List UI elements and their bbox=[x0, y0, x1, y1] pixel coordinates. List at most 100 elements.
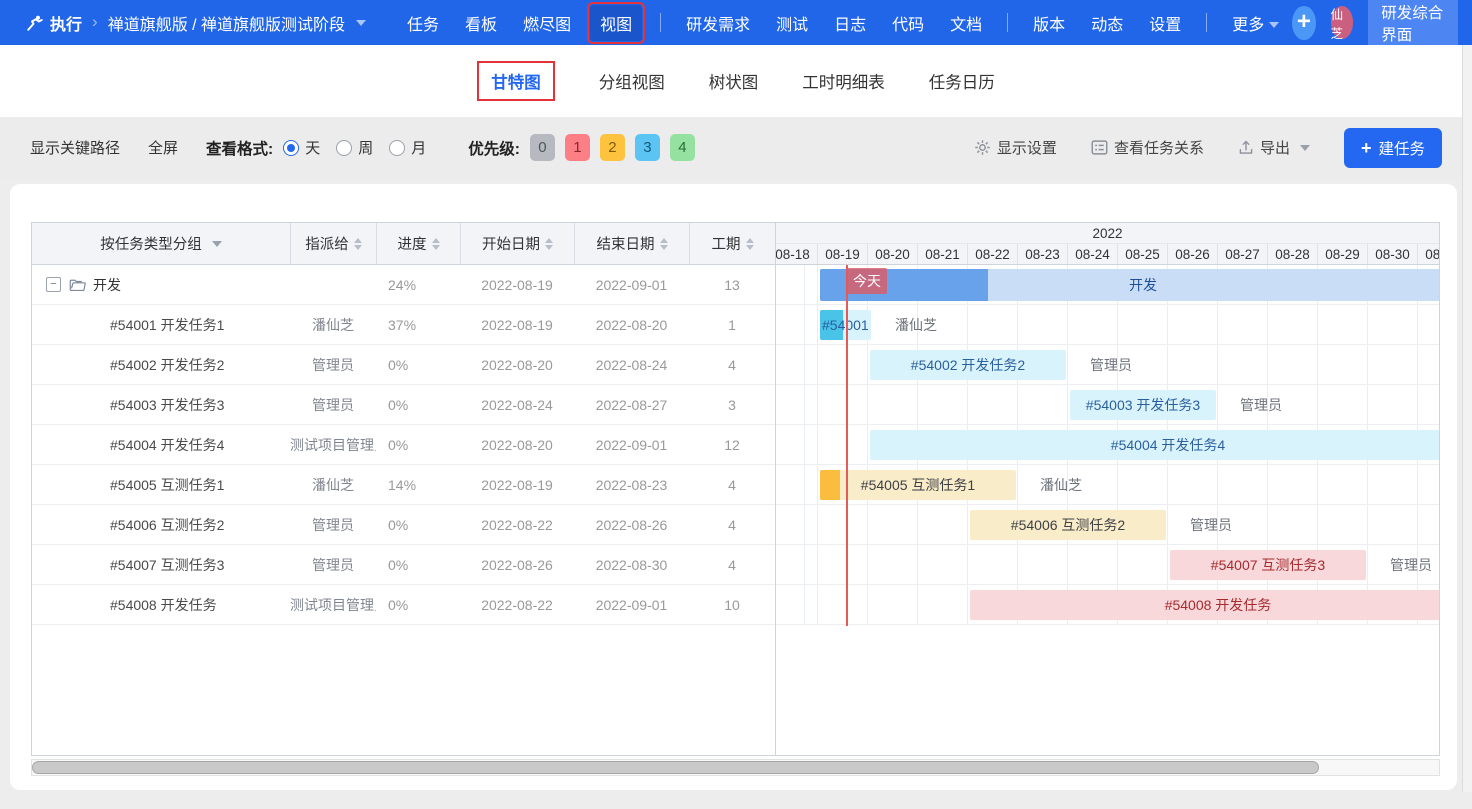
nav-item-任务[interactable]: 任务 bbox=[407, 11, 439, 35]
table-row[interactable]: #54008 开发任务测试项目管理员0%2022-08-222022-09-01… bbox=[32, 585, 775, 625]
view-format-label: 查看格式: bbox=[206, 137, 273, 159]
radio-dot-icon bbox=[336, 140, 352, 156]
avatar[interactable]: 仙芝 bbox=[1331, 6, 1354, 39]
gantt-bar[interactable]: #54002 开发任务2 bbox=[870, 350, 1066, 380]
vertical-scrollbar[interactable] bbox=[1462, 45, 1472, 792]
gantt-row[interactable]: #54008 开发任务 bbox=[776, 585, 1439, 625]
nav-separator bbox=[1206, 13, 1207, 32]
priority-badge-4[interactable]: 4 bbox=[670, 134, 695, 161]
task-name-cell[interactable]: #54001 开发任务1 bbox=[32, 315, 290, 335]
nav-item-测试[interactable]: 测试 bbox=[776, 11, 808, 35]
day-header-08-27: 08-27 bbox=[1218, 244, 1268, 264]
column-header-按任务类型分组[interactable]: 按任务类型分组 bbox=[32, 223, 290, 264]
task-name-cell[interactable]: #54005 互测任务1 bbox=[32, 475, 290, 495]
gantt-row[interactable]: #54003 开发任务3管理员 bbox=[776, 385, 1439, 425]
nav-item-版本[interactable]: 版本 bbox=[1033, 11, 1065, 35]
sort-icon[interactable] bbox=[432, 238, 440, 250]
column-header-工期[interactable]: 工期 bbox=[689, 223, 775, 264]
format-radio-天[interactable]: 天 bbox=[283, 137, 320, 158]
gantt-year-header: 2022 bbox=[776, 223, 1439, 244]
nav-item-研发需求[interactable]: 研发需求 bbox=[686, 11, 750, 35]
sort-icon[interactable] bbox=[545, 238, 553, 250]
tab-分组视图[interactable]: 分组视图 bbox=[599, 69, 665, 93]
sort-icon[interactable] bbox=[660, 238, 668, 250]
sort-icon[interactable] bbox=[746, 238, 754, 250]
priority-badge-0[interactable]: 0 bbox=[530, 134, 555, 161]
column-header-结束日期[interactable]: 结束日期 bbox=[574, 223, 689, 264]
day-header-08-20: 08-20 bbox=[868, 244, 918, 264]
column-header-进度[interactable]: 进度 bbox=[376, 223, 460, 264]
execution-label[interactable]: 执行 bbox=[50, 11, 82, 35]
task-name-cell[interactable]: #54007 互测任务3 bbox=[32, 555, 290, 575]
task-name-cell[interactable]: #54004 开发任务4 bbox=[32, 435, 290, 455]
gantt-row[interactable]: #54002 开发任务2管理员 bbox=[776, 345, 1439, 385]
nav-item-more[interactable]: 更多 bbox=[1232, 11, 1279, 35]
tab-树状图[interactable]: 树状图 bbox=[709, 69, 759, 93]
column-header-指派给[interactable]: 指派给 bbox=[290, 223, 376, 264]
task-name: #54005 互测任务1 bbox=[110, 475, 224, 495]
gantt-bar[interactable]: 开发 bbox=[820, 269, 1439, 301]
gantt-bar[interactable]: #54008 开发任务 bbox=[970, 590, 1439, 620]
format-radio-月[interactable]: 月 bbox=[389, 137, 426, 158]
task-name-cell[interactable]: #54002 开发任务2 bbox=[32, 355, 290, 375]
quick-create-button[interactable]: + bbox=[1292, 6, 1315, 40]
table-row[interactable]: −开发24%2022-08-192022-09-0113 bbox=[32, 265, 775, 305]
fullscreen-link[interactable]: 全屏 bbox=[148, 137, 178, 158]
task-name-cell[interactable]: #54008 开发任务 bbox=[32, 595, 290, 615]
sort-icon[interactable] bbox=[354, 238, 362, 250]
view-task-relations-button[interactable]: 查看任务关系 bbox=[1091, 137, 1204, 158]
display-settings-button[interactable]: 显示设置 bbox=[974, 137, 1057, 158]
gantt-row[interactable]: #54006 互测任务2管理员 bbox=[776, 505, 1439, 545]
nav-item-代码[interactable]: 代码 bbox=[892, 11, 924, 35]
progress-cell: 0% bbox=[376, 597, 460, 613]
task-name-cell[interactable]: −开发 bbox=[32, 275, 290, 295]
show-critical-path-link[interactable]: 显示关键路径 bbox=[30, 137, 120, 158]
nav-item-设置[interactable]: 设置 bbox=[1149, 11, 1181, 35]
table-row[interactable]: #54001 开发任务1潘仙芝37%2022-08-192022-08-201 bbox=[32, 305, 775, 345]
collapse-toggle-icon[interactable]: − bbox=[46, 277, 61, 292]
horizontal-scrollbar-thumb[interactable] bbox=[32, 761, 1319, 774]
breadcrumb[interactable]: 禅道旗舰版 / 禅道旗舰版测试阶段 bbox=[108, 11, 345, 35]
gantt-bar[interactable]: #54007 互测任务3 bbox=[1170, 550, 1366, 580]
nav-item-日志[interactable]: 日志 bbox=[834, 11, 866, 35]
gantt-bar-assignee: 潘仙芝 bbox=[895, 315, 937, 335]
horizontal-scrollbar[interactable] bbox=[31, 759, 1440, 776]
tab-甘特图[interactable]: 甘特图 bbox=[477, 61, 555, 101]
gantt-row[interactable]: #54007 互测任务3管理员 bbox=[776, 545, 1439, 585]
table-row[interactable]: #54007 互测任务3管理员0%2022-08-262022-08-304 bbox=[32, 545, 775, 585]
nav-item-文档[interactable]: 文档 bbox=[950, 11, 982, 35]
task-name-cell[interactable]: #54006 互测任务2 bbox=[32, 515, 290, 535]
nav-separator bbox=[660, 13, 661, 32]
priority-badge-2[interactable]: 2 bbox=[600, 134, 625, 161]
priority-badge-1[interactable]: 1 bbox=[565, 134, 590, 161]
table-row[interactable]: #54005 互测任务1潘仙芝14%2022-08-192022-08-234 bbox=[32, 465, 775, 505]
tab-工时明细表[interactable]: 工时明细表 bbox=[802, 69, 885, 93]
gantt-row[interactable]: #54005 互测任务1潘仙芝 bbox=[776, 465, 1439, 505]
table-row[interactable]: #54004 开发任务4测试项目管理员0%2022-08-202022-09-0… bbox=[32, 425, 775, 465]
gantt-bar[interactable]: #54005 互测任务1 bbox=[820, 470, 1016, 500]
table-row[interactable]: #54006 互测任务2管理员0%2022-08-222022-08-264 bbox=[32, 505, 775, 545]
gantt-rows: 开发 #54001潘仙芝#54002 开发任务2管理员#54003 开发任务3管理… bbox=[776, 265, 1439, 625]
gantt-row[interactable]: #54004 开发任务4 bbox=[776, 425, 1439, 465]
nav-item-看板[interactable]: 看板 bbox=[465, 11, 497, 35]
table-row[interactable]: #54003 开发任务3管理员0%2022-08-242022-08-273 bbox=[32, 385, 775, 425]
column-header-开始日期[interactable]: 开始日期 bbox=[460, 223, 574, 264]
gantt-bar[interactable]: #54004 开发任务4 bbox=[870, 430, 1439, 460]
format-radio-周[interactable]: 周 bbox=[336, 137, 373, 158]
tab-任务日历[interactable]: 任务日历 bbox=[929, 69, 995, 93]
nav-item-燃尽图[interactable]: 燃尽图 bbox=[523, 11, 571, 35]
day-header-08-19: 08-19 bbox=[818, 244, 868, 264]
table-row[interactable]: #54002 开发任务2管理员0%2022-08-202022-08-244 bbox=[32, 345, 775, 385]
export-button[interactable]: 导出 bbox=[1238, 137, 1310, 158]
priority-badge-3[interactable]: 3 bbox=[635, 134, 660, 161]
create-task-button[interactable]: + 建任务 bbox=[1344, 128, 1442, 168]
duration-cell: 4 bbox=[689, 517, 775, 533]
gantt-bar[interactable]: #54003 开发任务3 bbox=[1070, 390, 1216, 420]
gantt-row[interactable]: #54001潘仙芝 bbox=[776, 305, 1439, 345]
task-name-cell[interactable]: #54003 开发任务3 bbox=[32, 395, 290, 415]
nav-item-动态[interactable]: 动态 bbox=[1091, 11, 1123, 35]
breadcrumb-caret-icon[interactable] bbox=[356, 20, 366, 26]
gantt-bar[interactable]: #54006 互测任务2 bbox=[970, 510, 1166, 540]
start-date-cell: 2022-08-22 bbox=[460, 517, 574, 533]
nav-item-视图[interactable]: 视图 bbox=[590, 5, 642, 41]
